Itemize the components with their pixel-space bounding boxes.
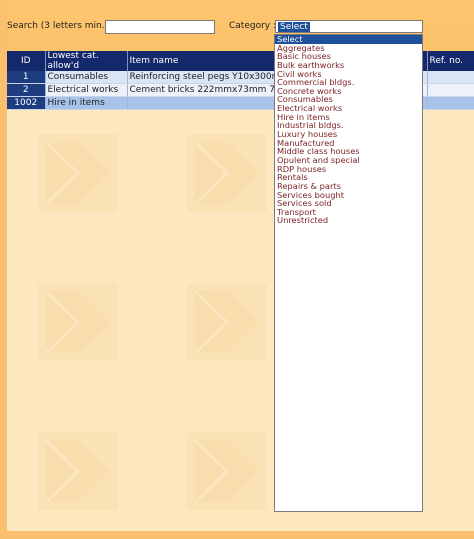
row-category: Electrical works bbox=[45, 83, 128, 97]
category-select[interactable]: Select bbox=[275, 20, 423, 33]
row-id: 1 bbox=[7, 71, 46, 84]
category-dropdown-list[interactable]: Select Aggregates Basic houses Bulk eart… bbox=[274, 34, 423, 512]
category-selected-value: Select bbox=[278, 22, 310, 32]
search-label: Search (3 letters min.) : bbox=[7, 21, 114, 31]
watermark-logo-icon bbox=[38, 134, 118, 212]
category-label: Category : bbox=[229, 21, 277, 31]
column-header-ref-no[interactable]: Ref. no. bbox=[427, 51, 474, 71]
left-frame bbox=[0, 0, 7, 539]
row-category: Hire in items bbox=[45, 96, 128, 110]
column-header-category[interactable]: Lowest cat. allow'd bbox=[45, 51, 128, 71]
watermark-logo-icon bbox=[187, 432, 267, 510]
category-option[interactable]: Unrestricted bbox=[275, 216, 422, 225]
row-ref-no bbox=[427, 83, 474, 97]
row-id: 1002 bbox=[7, 96, 46, 110]
row-id: 2 bbox=[7, 83, 46, 97]
row-ref-no bbox=[427, 96, 474, 110]
row-ref-no bbox=[427, 71, 474, 84]
row-category: Consumables bbox=[45, 71, 128, 84]
bottom-frame bbox=[0, 531, 474, 539]
search-input[interactable] bbox=[105, 20, 215, 34]
watermark-logo-icon bbox=[187, 134, 267, 212]
watermark-logo-icon bbox=[38, 432, 118, 510]
column-header-id[interactable]: ID bbox=[7, 51, 46, 71]
watermark-logo-icon bbox=[38, 283, 118, 361]
watermark-logo-icon bbox=[187, 283, 267, 361]
